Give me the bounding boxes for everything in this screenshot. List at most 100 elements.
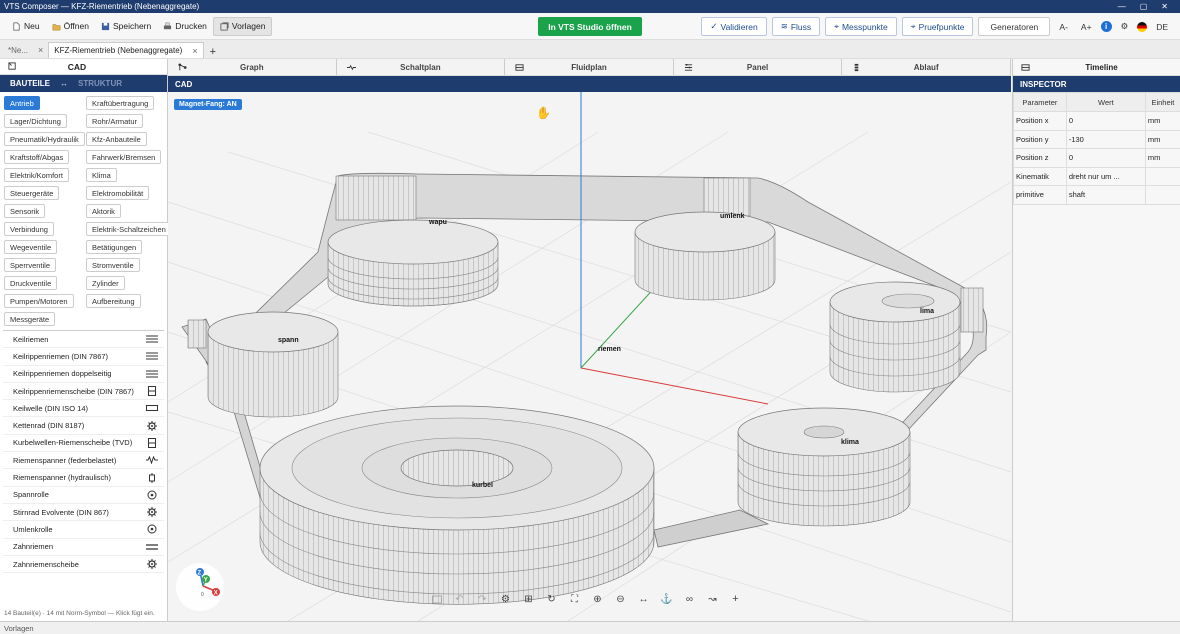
fit-view-icon[interactable]: ⊞ (517, 589, 540, 609)
check-points-button[interactable]: ⌖ Pruefpunkte (901, 17, 974, 36)
part-list-item[interactable]: Keilriemen (3, 331, 164, 349)
tab-structure[interactable]: STRUKTUR (68, 79, 132, 88)
open-button[interactable]: Öffnen (46, 17, 95, 36)
rotate-icon[interactable]: ↻ (540, 589, 563, 609)
curve-icon[interactable]: ↝ (701, 589, 724, 609)
part-list-item[interactable]: Riemenspanner (hydraulisch) (3, 469, 164, 487)
close-tab-icon[interactable]: × (192, 46, 197, 56)
table-row[interactable]: Position x 0 mm (1013, 111, 1180, 131)
part-list-item[interactable]: Keilrippenriemen (DIN 7867) (3, 348, 164, 366)
category-button[interactable]: Kraftübertragung (86, 96, 155, 110)
table-row[interactable]: primitive shaft (1013, 185, 1180, 205)
category-button[interactable]: Zylinder (86, 276, 125, 290)
part-list-item[interactable]: Umlenkrolle (3, 521, 164, 539)
category-button[interactable]: Pumpen/Motoren (4, 294, 74, 308)
category-button[interactable]: Pneumatik/Hydraulik (4, 132, 85, 146)
german-flag-icon[interactable] (1137, 21, 1148, 32)
category-button[interactable]: Elektrik/Komfort (4, 168, 69, 182)
tab-flow[interactable]: Ablauf (842, 59, 1011, 75)
part-list-item[interactable]: Zahnriemen (3, 539, 164, 556)
part-list-item[interactable]: Stirnrad Evolvente (DIN 867) (3, 504, 164, 522)
link-icon[interactable]: ∞ (678, 589, 701, 609)
category-button[interactable]: Elektromobilität (86, 186, 150, 200)
param-value-cell[interactable]: -130 (1065, 129, 1146, 149)
table-row[interactable]: Position z 0 mm (1013, 148, 1180, 168)
category-button[interactable]: Stromventile (86, 258, 140, 272)
category-button[interactable]: Aufbereitung (86, 294, 141, 308)
category-button[interactable]: Verbindung (4, 222, 54, 236)
pulley-klima[interactable] (737, 407, 911, 527)
maximize-icon[interactable]: ▢ (1140, 2, 1148, 11)
save-button[interactable]: Speichern (95, 17, 157, 36)
part-list-item[interactable]: Riemenspanner (federbelastet) (3, 452, 164, 470)
category-button[interactable]: Wegeventile (4, 240, 58, 254)
zoom-in-icon[interactable]: ⊕ (586, 589, 609, 609)
swap-arrow-icon[interactable]: ↔ (60, 79, 68, 88)
pulley-wapu[interactable] (327, 219, 499, 307)
pulley-lima[interactable] (829, 281, 961, 393)
font-increase-button[interactable]: A+ (1077, 22, 1096, 32)
part-list-item[interactable]: Keilwelle (DIN ISO 14) (3, 400, 164, 418)
category-button[interactable]: Steuergeräte (4, 186, 60, 200)
category-button[interactable]: Messgeräte (4, 312, 56, 326)
param-value-cell[interactable]: shaft (1065, 185, 1146, 205)
category-button[interactable]: Antrieb (4, 96, 40, 110)
part-list-item[interactable]: Kettenrad (DIN 8187) (3, 417, 164, 435)
category-button[interactable]: Fahrwerk/Bremsen (86, 150, 162, 164)
flow-button[interactable]: ≋ Fluss (771, 17, 821, 36)
tab-panel[interactable]: Panel (674, 59, 843, 75)
redo-icon[interactable]: ↷ (471, 589, 494, 609)
add-icon[interactable]: + (724, 589, 747, 609)
part-list-item[interactable]: Keilrippenriemenscheibe (DIN 7867) (3, 383, 164, 401)
category-button[interactable]: Klima (86, 168, 117, 182)
category-button[interactable]: Elektrik-Schaltzeichen (86, 222, 172, 236)
pulley-kurbel[interactable] (259, 405, 655, 605)
fullscreen-icon[interactable]: ⛶ (563, 589, 586, 609)
info-icon[interactable]: i (1100, 21, 1112, 32)
magnet-snap-badge[interactable]: Magnet-Fang: AN (174, 99, 242, 110)
param-value-cell[interactable]: dreht nur um ... (1065, 166, 1146, 186)
part-list-item[interactable]: Zahnriemenscheibe (3, 556, 164, 574)
tab-fluidplan[interactable]: Fluidplan (505, 59, 674, 75)
measure-icon[interactable]: ↔ (632, 589, 655, 609)
zoom-out-icon[interactable]: ⊖ (609, 589, 632, 609)
minimize-icon[interactable]: — (1118, 2, 1126, 11)
param-value-cell[interactable]: 0 (1065, 111, 1146, 131)
param-value-cell[interactable]: 0 (1065, 148, 1146, 168)
tab-schematic[interactable]: Schaltplan (337, 59, 506, 75)
doc-tab-new[interactable]: *Ne... × (3, 42, 48, 58)
category-button[interactable]: Sensorik (4, 204, 46, 218)
axis-gizmo[interactable]: Z Y X 0 (176, 563, 224, 611)
scene-canvas[interactable]: wapu umlenk lima spann riemen klima kurb… (168, 92, 1011, 621)
print-button[interactable]: Drucken (157, 17, 213, 36)
generators-button[interactable]: Generatoren (978, 17, 1051, 36)
new-button[interactable]: Neu (6, 17, 46, 36)
category-button[interactable]: Sperrventile (4, 258, 57, 272)
category-button[interactable]: Kfz-Anbauteile (86, 132, 147, 146)
tab-timeline[interactable]: Timeline (1013, 63, 1180, 72)
settings-gear-icon[interactable]: ⚙ (1117, 21, 1133, 32)
category-button[interactable]: Kraftstoff/Abgas (4, 150, 70, 164)
category-button[interactable]: Lager/Dichtung (4, 114, 67, 128)
settings-cog-icon[interactable]: ⚙ (494, 589, 517, 609)
tab-graph[interactable]: Graph (168, 59, 337, 75)
part-list-item[interactable]: Keilrippenriemen doppelseitig (3, 366, 164, 383)
close-tab-icon[interactable]: × (38, 45, 43, 55)
doc-tab-active[interactable]: KFZ-Riementrieb (Nebenaggregate) × (48, 42, 204, 58)
table-row[interactable]: Position y -130 mm (1013, 129, 1180, 149)
part-list-item[interactable]: Kurbelwellen-Riemenscheibe (TVD) (3, 435, 164, 453)
pulley-spann[interactable] (207, 311, 339, 418)
cad-viewport[interactable]: wapu umlenk lima spann riemen klima kurb… (168, 92, 1011, 621)
table-row[interactable]: Kinematik dreht nur um ... (1013, 166, 1180, 186)
category-button[interactable]: Aktorik (86, 204, 121, 218)
language-label[interactable]: DE (1152, 22, 1172, 32)
tab-parts[interactable]: BAUTEILE (0, 79, 60, 88)
add-tab-button[interactable]: + (204, 46, 222, 58)
templates-button[interactable]: Vorlagen (212, 16, 273, 36)
pulley-umlenk[interactable] (634, 211, 776, 301)
category-button[interactable]: Betätigungen (86, 240, 143, 254)
anchor-icon[interactable]: ⚓ (655, 589, 678, 609)
validate-button[interactable]: ✓ Validieren (701, 17, 767, 36)
undo-icon[interactable]: ↶ (448, 589, 471, 609)
font-decrease-button[interactable]: A- (1055, 22, 1072, 32)
